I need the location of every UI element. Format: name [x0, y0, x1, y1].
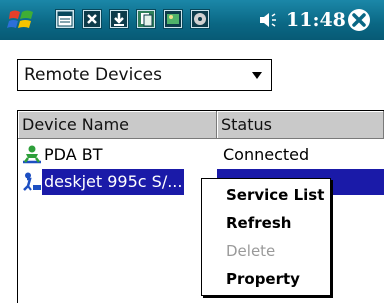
menu-item-refresh[interactable]: Refresh	[202, 211, 330, 235]
menu-item-service-list[interactable]: Service List	[202, 183, 330, 207]
column-header-status[interactable]: Status	[217, 111, 384, 139]
menu-item-delete: Delete	[226, 242, 276, 260]
windows-flag-icon[interactable]	[6, 6, 38, 34]
pages-icon[interactable]	[136, 9, 156, 29]
window-icon[interactable]	[55, 9, 75, 29]
picture-icon[interactable]	[163, 9, 183, 29]
device-filter-dropdown[interactable]: Remote Devices	[17, 59, 272, 91]
disc-icon[interactable]	[190, 9, 210, 29]
taskbar: 11:48	[0, 0, 384, 40]
speaker-icon[interactable]	[258, 11, 282, 29]
download-icon[interactable]	[109, 9, 129, 29]
pda-person-icon	[23, 145, 41, 164]
context-menu: Service List Refresh Delete Property	[201, 178, 331, 296]
device-name: PDA BT	[44, 145, 103, 164]
device-status: Connected	[223, 145, 310, 164]
close-circle-icon[interactable]	[346, 7, 372, 33]
device-name: deskjet 995c S/...	[42, 169, 185, 195]
printer-person-icon	[23, 172, 41, 191]
device-row-pda-bt[interactable]: PDA BT Connected	[18, 142, 384, 168]
column-header-device-name[interactable]: Device Name	[18, 111, 217, 139]
clock[interactable]: 11:48	[286, 9, 346, 31]
dropdown-selected-value: Remote Devices	[24, 65, 162, 85]
chevron-down-icon	[252, 72, 262, 79]
close-box-icon[interactable]	[82, 9, 102, 29]
menu-item-property[interactable]: Property	[202, 267, 330, 291]
